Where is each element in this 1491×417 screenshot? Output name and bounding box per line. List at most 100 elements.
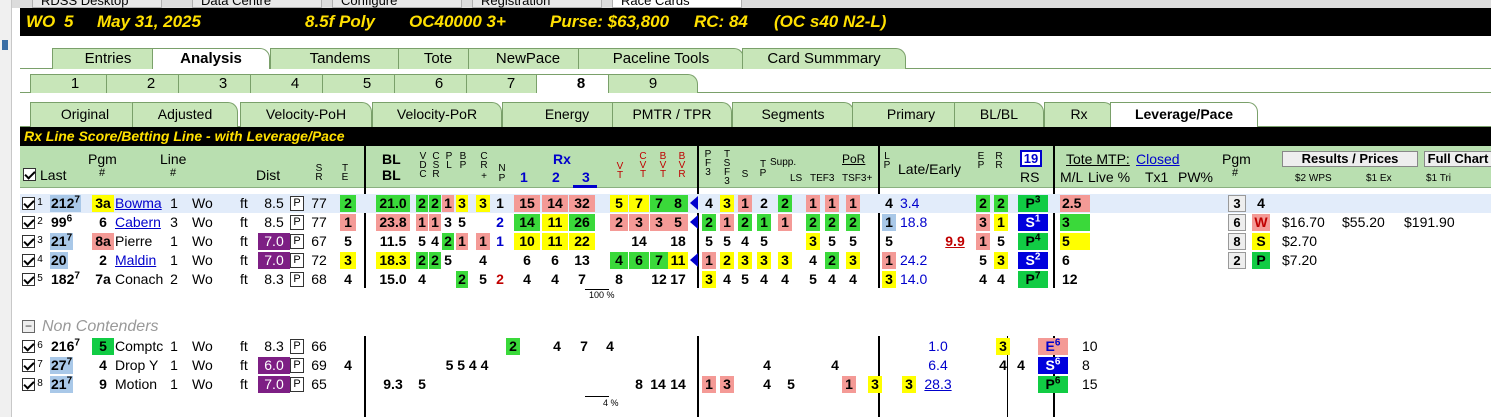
s-value: 2 bbox=[738, 214, 752, 231]
bvr-value: 8 bbox=[668, 195, 688, 212]
hdr-bp: BP bbox=[459, 151, 467, 171]
hdr-pgm: Pgm bbox=[88, 151, 117, 167]
rs-badge: S1 bbox=[1018, 214, 1048, 231]
row-checkbox[interactable] bbox=[22, 235, 35, 248]
hdr-bvr: BVR bbox=[678, 151, 686, 180]
por3-value: 3 bbox=[846, 252, 860, 269]
cr-value: 1 bbox=[476, 233, 490, 250]
speed-rating: 77 bbox=[311, 214, 327, 230]
non-contender-row[interactable]: 6 2167 5 Comptc 1 Wo ft 8.3 P 66 2 4 7 4 1.0 3 E6 10 bbox=[20, 337, 1491, 356]
tab-card-summmary[interactable]: Card Summmary bbox=[742, 48, 906, 69]
result-pgm[interactable]: 6 bbox=[1228, 214, 1246, 231]
window-tab-data-centre[interactable]: Data Centre bbox=[192, 0, 322, 8]
column-header: Last Pgm # Line # Dist SR TE BL BL VDC C… bbox=[20, 146, 1491, 188]
results-prices-button[interactable]: Results / Prices bbox=[1282, 151, 1418, 167]
non-contender-row[interactable]: 7 277 4 Drop Y 1 Wo ft 6.0 P 69 4 5 5 4 4 4 4 6.4 4 4 S6 8 bbox=[20, 356, 1491, 375]
rs-badge-sup: 3 bbox=[1034, 194, 1041, 206]
subtab-leverage-pace[interactable]: Leverage/Pace bbox=[1110, 102, 1258, 127]
rs-count-box[interactable]: 19 bbox=[1020, 150, 1042, 167]
window-tab-registration[interactable]: Registration bbox=[472, 0, 602, 8]
window-tab-configure[interactable]: Configure bbox=[332, 0, 462, 8]
window-tab-race-cards[interactable]: Race Cards bbox=[612, 0, 742, 8]
horse-name[interactable]: Pierre bbox=[115, 233, 167, 250]
tab-entries[interactable]: Entries bbox=[52, 48, 164, 69]
race-tab-9[interactable]: 9 bbox=[608, 74, 698, 93]
v-value: 5 bbox=[418, 233, 426, 249]
rank-arrow-icon bbox=[690, 196, 698, 210]
row-checkbox[interactable] bbox=[22, 340, 35, 353]
horse-name[interactable]: Conach bbox=[115, 271, 167, 288]
line-number: 1 bbox=[170, 376, 178, 392]
f3-value: 3 bbox=[720, 376, 734, 393]
last-race-days-sup: 7 bbox=[66, 232, 73, 244]
tp-value: 3 bbox=[757, 252, 771, 269]
tp-value: 4 bbox=[760, 271, 768, 287]
subtab-velocity-por[interactable]: Velocity-PoR bbox=[372, 102, 502, 127]
s-value: 4 bbox=[763, 376, 771, 392]
horse-name[interactable]: Bowma bbox=[115, 195, 167, 212]
row-checkbox[interactable] bbox=[22, 254, 35, 267]
por1-value: 1 bbox=[806, 195, 820, 212]
rs-badge: P3 bbox=[1018, 195, 1048, 212]
row-checkbox[interactable] bbox=[22, 216, 35, 229]
left-scroll-strip[interactable] bbox=[0, 0, 12, 417]
non-contender-row[interactable]: 8 217 9 Motion 1 Wo ft 7.0 P 65 9.3 5 8 14 14 1 3 4 5 1 3 3 28… bbox=[20, 375, 1491, 394]
subtab-primary[interactable]: Primary bbox=[852, 102, 970, 127]
distance: 8.5 bbox=[264, 214, 284, 230]
s-value: 4 bbox=[763, 357, 771, 373]
f3-value: 2 bbox=[720, 252, 734, 269]
result-pgm[interactable]: 3 bbox=[1228, 195, 1246, 212]
window-tab-strip: RDSS Desktop Data Centre Configure Regis… bbox=[12, 0, 1491, 8]
result-finish-position: S bbox=[1252, 233, 1270, 250]
row-checkbox[interactable] bbox=[22, 273, 35, 286]
tab-analysis[interactable]: Analysis bbox=[152, 48, 270, 69]
result-pgm[interactable]: 2 bbox=[1228, 252, 1246, 269]
horse-name[interactable]: Maldin bbox=[115, 252, 167, 269]
contender-row[interactable]: 2 996 6 Cabern 3 Wo ft 8.5 P 77 1 23.8 1 1 3 5 2 14 11 26 2 3… bbox=[20, 213, 1491, 232]
np-value bbox=[493, 252, 507, 269]
hdr-ls: LS bbox=[790, 173, 803, 184]
contender-row[interactable]: 3 217 8a Pierre 1 Wo ft 7.0 P 67 5 11.5 5 4 2 1 1 1 10 11 22… bbox=[20, 232, 1491, 251]
te-value: 4 bbox=[344, 357, 352, 373]
hdr-tsf3p: TSF3+ bbox=[842, 173, 873, 184]
cvt-value: 6 bbox=[629, 252, 649, 269]
hdr-cr: CR bbox=[480, 151, 488, 171]
horse-name[interactable]: Drop Y bbox=[115, 357, 167, 374]
r-value: 5 bbox=[997, 233, 1005, 249]
horse-name[interactable]: Motion bbox=[115, 376, 167, 393]
subtab-rx[interactable]: Rx bbox=[1044, 102, 1114, 127]
window-tab-rdss-desktop[interactable]: RDSS Desktop bbox=[32, 0, 162, 8]
tab-tandems[interactable]: Tandems bbox=[270, 48, 410, 69]
hdr-rx: Rx bbox=[553, 151, 571, 167]
row-checkbox[interactable] bbox=[22, 359, 35, 372]
select-all-checkbox[interactable] bbox=[23, 168, 36, 181]
subtab-segments[interactable]: Segments bbox=[732, 102, 854, 127]
tab-tote[interactable]: Tote bbox=[398, 48, 478, 69]
subtab-adjusted[interactable]: Adjusted bbox=[132, 102, 238, 127]
subtab-bl-bl[interactable]: BL/BL bbox=[954, 102, 1044, 127]
track-code: Wo bbox=[192, 195, 213, 211]
horse-name[interactable]: Cabern bbox=[115, 214, 167, 231]
divider bbox=[697, 146, 699, 188]
lp-value: 1 bbox=[882, 214, 896, 231]
bl-value: 18.3 bbox=[376, 252, 410, 269]
row-checkbox[interactable] bbox=[22, 197, 35, 210]
morning-line: 12 bbox=[1062, 271, 1078, 287]
tab-newpace[interactable]: NewPace bbox=[468, 48, 588, 69]
contender-row[interactable]: 5 1827 7a Conach 2 Wo ft 8.3 P 68 4 15.0 4 2 5 2 4 4 7 8 12 1… bbox=[20, 270, 1491, 289]
result-pgm[interactable]: 8 bbox=[1228, 233, 1246, 250]
collapse-toggle-button[interactable]: − bbox=[22, 320, 35, 333]
subtab-pmtr-tpr[interactable]: PMTR / TPR bbox=[612, 102, 732, 127]
np-value: 1 bbox=[496, 195, 504, 211]
cvt-value: 3 bbox=[629, 214, 649, 231]
tab-paceline-tools[interactable]: Paceline Tools bbox=[578, 48, 744, 69]
subtab-velocity-poh[interactable]: Velocity-PoH bbox=[240, 102, 372, 127]
horse-name[interactable]: Comptc bbox=[115, 338, 167, 355]
l-value: 2 bbox=[456, 271, 468, 288]
subtab-original[interactable]: Original bbox=[30, 102, 140, 127]
vt-value: 4 bbox=[610, 252, 628, 269]
full-chart-button[interactable]: Full Chart bbox=[1424, 151, 1491, 167]
row-checkbox[interactable] bbox=[22, 378, 35, 391]
contender-row[interactable]: 4 20 2 Maldin 1 Wo ft 7.0 P 72 3 18.3 2 2 5 4 6 6 13 4 6 7 11 1… bbox=[20, 251, 1491, 270]
contender-row[interactable]: 1 2127 3a Bowma 1 Wo ft 8.5 P 77 2 21.0 2 2 1 3 3 1 15 14 32… bbox=[20, 194, 1491, 213]
